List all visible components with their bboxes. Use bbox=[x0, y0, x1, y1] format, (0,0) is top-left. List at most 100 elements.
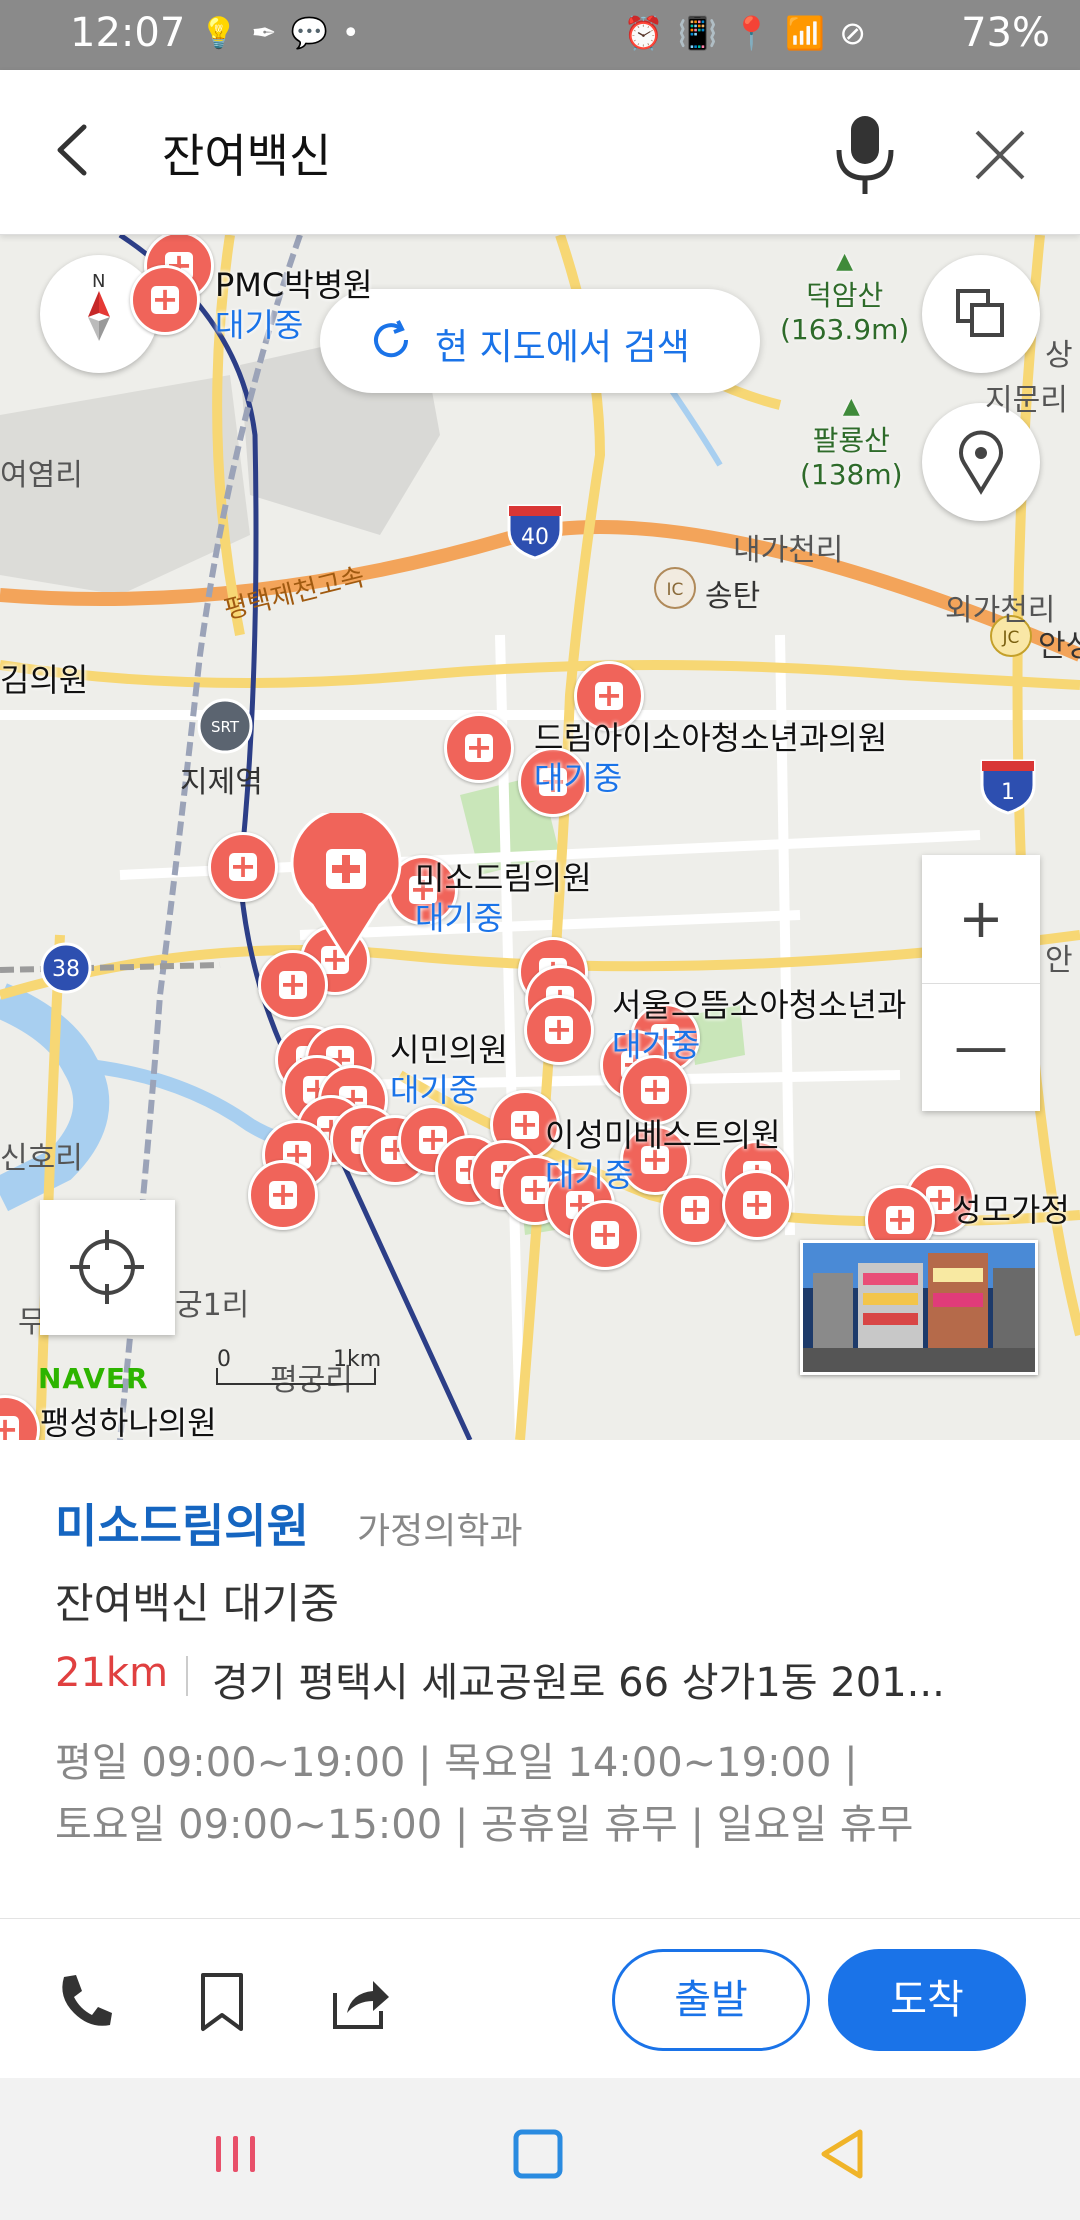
street-view-thumbnail[interactable] bbox=[800, 1240, 1038, 1375]
mountain-deokam: ▲ 덕암산 (163.9m) bbox=[780, 245, 909, 347]
naver-logo: NAVER bbox=[38, 1362, 149, 1395]
svg-text:40: 40 bbox=[521, 525, 549, 550]
route-1-shield: 1 bbox=[980, 759, 1036, 815]
refresh-icon bbox=[374, 320, 409, 358]
back-arrow-icon[interactable] bbox=[40, 115, 110, 185]
clinic-status-miso-dream: 대기중 bbox=[415, 899, 504, 937]
clinic-marker[interactable] bbox=[208, 832, 278, 902]
place-name[interactable]: 미소드림의원 bbox=[55, 1490, 309, 1556]
business-hours-line-1: 평일 09:00~19:00 | 목요일 14:00~19:00 | bbox=[55, 1740, 858, 1786]
scale-zero-label: 0 bbox=[217, 1347, 231, 1372]
mountain-paryong: ▲ 팔룡산 (138m) bbox=[800, 390, 903, 492]
vaccine-status: 잔여백신 대기중 bbox=[55, 1579, 339, 1628]
mountain-height: (163.9m) bbox=[780, 313, 910, 346]
place-distance: 21km bbox=[55, 1650, 169, 1696]
search-this-area-label: 현 지도에서 검색 bbox=[435, 327, 690, 368]
layers-icon bbox=[956, 289, 1004, 337]
svg-text:N: N bbox=[92, 271, 105, 292]
ic-marker: IC bbox=[654, 567, 696, 609]
business-hours-line-2: 토요일 09:00~15:00 | 공휴일 휴무 | 일요일 휴무 bbox=[55, 1802, 914, 1848]
area-label: 안 bbox=[1045, 943, 1073, 978]
back-icon[interactable] bbox=[812, 2124, 872, 2184]
recent-apps-icon[interactable] bbox=[206, 2124, 266, 2184]
search-query[interactable]: 잔여백신 bbox=[162, 120, 331, 186]
area-label: 궁1리 bbox=[175, 1288, 250, 1323]
zoom-out-button[interactable]: — bbox=[922, 983, 1040, 1111]
place-address: 경기 평택시 세교공원로 66 상가1동 201... bbox=[212, 1660, 945, 1706]
clinic-marker[interactable] bbox=[570, 1200, 640, 1270]
zoom-in-button[interactable]: + bbox=[922, 855, 1040, 983]
clinic-status-leesungmi: 대기중 bbox=[545, 1156, 634, 1194]
svg-text:SRT: SRT bbox=[211, 718, 240, 736]
svg-text:IC: IC bbox=[667, 580, 684, 600]
selected-clinic-marker[interactable] bbox=[290, 813, 402, 963]
clinic-status-dream-kids: 대기중 bbox=[534, 759, 623, 797]
srt-station-marker: SRT bbox=[197, 698, 253, 754]
microphone-icon[interactable] bbox=[825, 110, 905, 200]
clinic-label-paengseong: 팽성하나의원 bbox=[40, 1404, 217, 1440]
system-icons: ⏰📳📍📶⊘ bbox=[624, 14, 880, 52]
svg-text:1: 1 bbox=[1001, 780, 1015, 805]
clinic-marker[interactable] bbox=[660, 1175, 730, 1245]
share-icon[interactable] bbox=[325, 1967, 395, 2037]
area-label: 신호리 bbox=[0, 1141, 83, 1176]
route-38-shield: 38 bbox=[40, 942, 92, 994]
vibrate-icon: 📳 bbox=[677, 14, 732, 52]
phone-icon[interactable] bbox=[50, 1967, 120, 2037]
dot-icon: • bbox=[341, 16, 374, 51]
action-bar: 출발 도착 bbox=[0, 1918, 1080, 2078]
block-icon: ⊘ bbox=[839, 14, 880, 52]
bookmark-icon[interactable] bbox=[187, 1967, 257, 2037]
feather-icon: ✒ bbox=[251, 16, 291, 51]
route-40-shield: 40 bbox=[507, 504, 563, 560]
clinic-marker[interactable] bbox=[130, 265, 200, 335]
zoom-controls: + — bbox=[922, 855, 1040, 1111]
battery-level: 73% bbox=[961, 10, 1050, 56]
talk-icon: 💬 bbox=[290, 16, 342, 51]
home-icon[interactable] bbox=[508, 2124, 568, 2184]
mountain-label: 팔룡산 bbox=[812, 424, 890, 457]
search-header: 잔여백신 bbox=[0, 70, 1080, 235]
divider bbox=[186, 1656, 188, 1696]
svg-text:38: 38 bbox=[52, 957, 80, 982]
status-time: 12:07 bbox=[70, 10, 186, 56]
arrive-button[interactable]: 도착 bbox=[828, 1949, 1026, 2051]
area-label: 지문리 bbox=[985, 383, 1068, 418]
scale-km-label: 1km bbox=[333, 1347, 382, 1372]
mountain-height: (138m) bbox=[800, 458, 903, 491]
wifi-icon: 📶 bbox=[785, 14, 840, 52]
clinic-marker[interactable] bbox=[444, 713, 514, 783]
clinic-marker[interactable] bbox=[722, 1170, 792, 1240]
current-location-button[interactable] bbox=[40, 1200, 175, 1335]
clinic-status-pmc: 대기중 bbox=[215, 306, 304, 344]
clinic-label: 김의원 bbox=[0, 661, 89, 699]
svg-text:JC: JC bbox=[1002, 628, 1020, 648]
jc-label: 안성 bbox=[1038, 629, 1080, 664]
bulb-icon: 💡 bbox=[200, 16, 252, 51]
system-navigation-bar bbox=[0, 2078, 1080, 2220]
clinic-marker[interactable] bbox=[524, 995, 594, 1065]
location-pin-button[interactable] bbox=[922, 403, 1040, 521]
ic-label: 송탄 bbox=[705, 579, 761, 614]
status-bar: 12:07 💡✒💬• ⏰📳📍📶⊘ 73% bbox=[0, 0, 1080, 70]
layers-button[interactable] bbox=[922, 255, 1040, 373]
depart-button[interactable]: 출발 bbox=[612, 1949, 810, 2051]
location-icon: 📍 bbox=[731, 14, 786, 52]
mountain-icon: ▲ bbox=[842, 394, 860, 419]
mountain-icon: ▲ bbox=[836, 249, 854, 274]
search-this-area-button[interactable]: 현 지도에서 검색 bbox=[320, 289, 760, 393]
area-label: 내가천리 bbox=[733, 533, 844, 568]
location-pin-icon bbox=[959, 430, 1003, 495]
station-label: 지제역 bbox=[180, 765, 263, 800]
mountain-label: 덕암산 bbox=[806, 279, 884, 312]
clinic-status-seoul-top: 대기중 bbox=[612, 1026, 701, 1064]
clinic-marker[interactable] bbox=[248, 1160, 318, 1230]
close-icon[interactable] bbox=[965, 120, 1035, 190]
map-view[interactable]: N 현 지도에서 검색 ▲ 덕암산 (163.9m) ▲ 팔룡산 (138m) … bbox=[0, 235, 1080, 1440]
place-category: 가정의학과 bbox=[357, 1511, 523, 1552]
crosshair-icon bbox=[70, 1230, 144, 1304]
area-label: 상 bbox=[1045, 338, 1073, 373]
place-info-panel[interactable]: 미소드림의원 가정의학과 잔여백신 대기중 21km 경기 평택시 세교공원로 … bbox=[0, 1440, 1080, 1920]
clinic-status-simin: 대기중 bbox=[390, 1071, 479, 1109]
notification-icons: 💡✒💬• bbox=[200, 16, 374, 51]
